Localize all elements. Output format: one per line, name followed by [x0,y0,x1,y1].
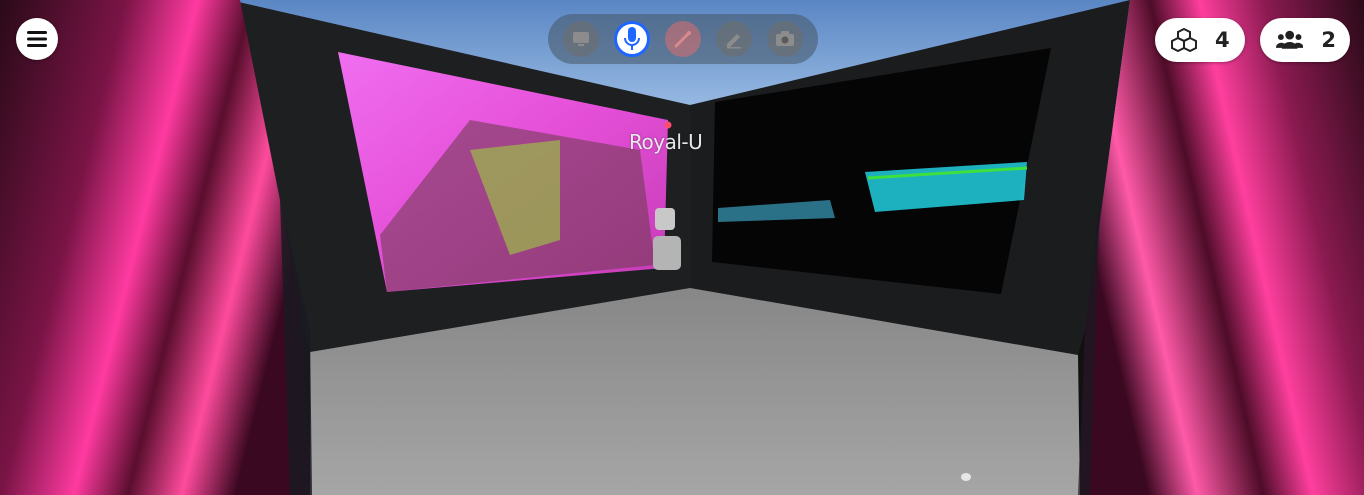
pencil-icon [726,34,741,49]
draw-button[interactable] [715,21,752,57]
microphone-icon [624,27,641,50]
cubes-icon [1171,28,1197,52]
avatar-name-tag: Royal-U [629,130,703,154]
users-icon [1276,30,1304,49]
camera-icon [775,31,794,46]
floor-marker [961,473,971,481]
screen-share-button[interactable] [563,21,600,57]
monitor-icon [573,32,590,46]
menu-button[interactable] [16,18,58,60]
microphone-button[interactable] [614,21,651,57]
people-counter-button[interactable]: 2 [1260,18,1350,62]
camera-button[interactable] [766,21,803,57]
objects-count: 4 [1215,28,1230,52]
magic-wand-icon [674,31,691,48]
reactions-button[interactable] [664,21,701,57]
hamburger-menu-icon [27,31,47,47]
media-toolbar [548,14,818,64]
people-count: 2 [1321,28,1336,52]
3d-scene-viewport[interactable] [0,0,1364,495]
side-wall-right [1080,0,1364,495]
objects-counter-button[interactable]: 4 [1155,18,1245,62]
